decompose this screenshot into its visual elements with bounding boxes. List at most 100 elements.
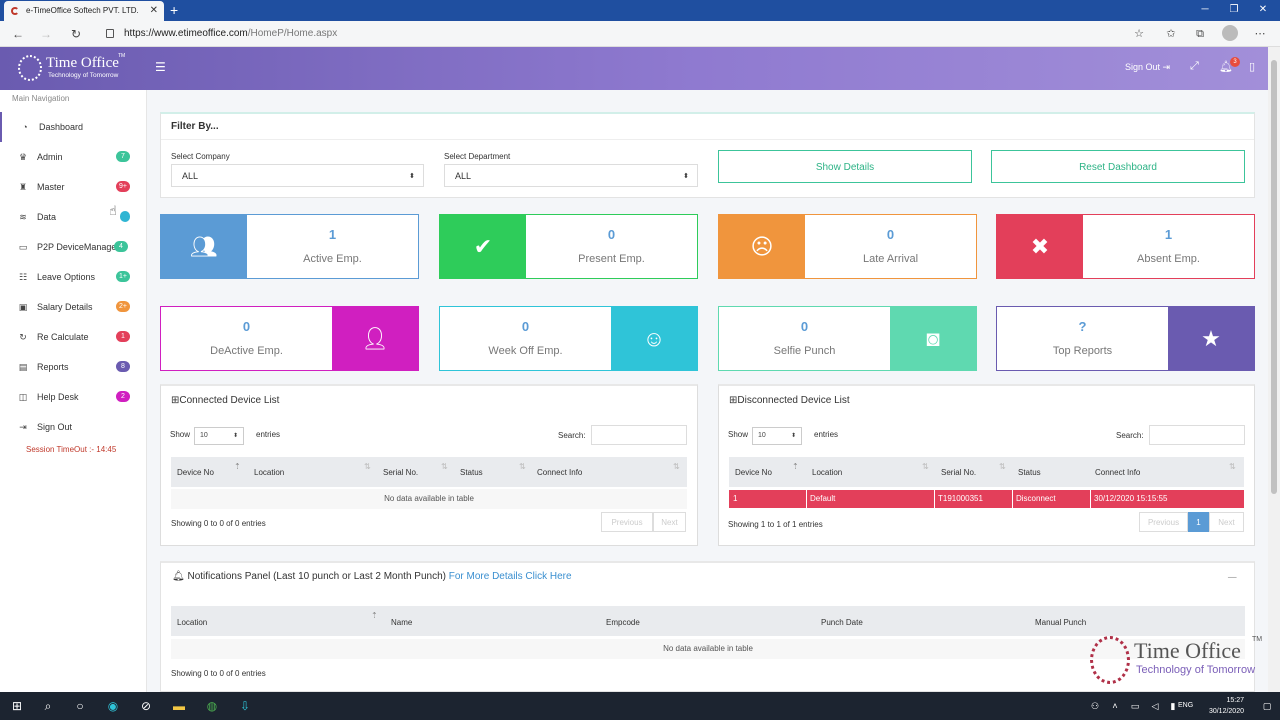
url-field[interactable]: https://www.etimeoffice.com/HomeP/Home.a… — [96, 24, 1156, 44]
watermark-title: Time Office — [1134, 638, 1241, 663]
sidebar-item-reports[interactable]: ▤ Reports 8 — [0, 352, 146, 382]
header-signout-button[interactable]: Sign Out ⇥ — [1125, 62, 1170, 73]
tab-close-icon[interactable]: ✕ — [150, 1, 158, 21]
logo-mark-icon — [1090, 636, 1130, 684]
sidebar-item-leave-options[interactable]: ☷ Leave Options 1+ — [0, 262, 146, 292]
back-icon[interactable]: ← — [8, 21, 28, 47]
page-1-button[interactable]: 1 — [1188, 512, 1209, 532]
sidebar-item-dashboard[interactable]: ◔ Dashboard — [0, 112, 146, 142]
minimize-icon[interactable]: ─ — [1190, 0, 1220, 20]
column-header[interactable]: Connect Info — [1095, 468, 1140, 477]
more-icon[interactable]: ⋯ — [1251, 25, 1269, 43]
top-reports-card[interactable]: ? Top Reports ★ — [996, 306, 1255, 371]
browser-tab[interactable]: e-TimeOffice Softech PVT. LTD. ✕ — [4, 1, 164, 21]
sidebar-item-label: Sign Out — [37, 422, 73, 432]
column-header[interactable]: Status — [1018, 468, 1041, 477]
menu-toggle-icon[interactable]: ☰ — [155, 60, 166, 74]
present-emp-card[interactable]: ✔ 0 Present Emp. — [439, 214, 698, 279]
favorites-icon[interactable]: ✩ — [1162, 25, 1180, 43]
money-icon: ▣ — [18, 302, 28, 312]
cell-status: Disconnect — [1016, 494, 1056, 503]
search-icon[interactable]: ⌕ — [33, 692, 63, 720]
sidebar-item-help-desk[interactable]: ◫ Help Desk 2 — [0, 382, 146, 412]
empty-row: No data available in table — [171, 489, 687, 509]
collections-icon[interactable]: ⧉ — [1191, 25, 1209, 43]
sidebar-item-admin[interactable]: ♛ Admin 7 — [0, 142, 146, 172]
sidebar-item-p2p-device-manage[interactable]: ▭ P2P DeviceManage 4 — [0, 232, 146, 262]
show-label: Show — [170, 430, 191, 439]
selfie-punch-card[interactable]: 0 Selfie Punch ◙ — [718, 306, 977, 371]
next-button[interactable]: Next — [653, 512, 686, 532]
fullscreen-icon[interactable]: ⤢ — [1190, 60, 1199, 73]
chrome-icon[interactable]: ◍ — [197, 692, 227, 720]
next-button[interactable]: Next — [1209, 512, 1244, 532]
notification-center-icon[interactable]: ▢ — [1252, 692, 1280, 720]
department-select[interactable]: ALL ⬍ — [444, 164, 698, 187]
column-header[interactable]: Name — [391, 618, 412, 627]
task-view-icon[interactable]: ○ — [65, 692, 95, 720]
column-header[interactable]: Connect Info — [537, 468, 582, 477]
mouse-cursor-icon: ☝ — [109, 203, 117, 218]
app-icon[interactable]: ⊘ — [131, 692, 161, 720]
logo[interactable]: Time Office Technology of Tomorrow TM — [18, 53, 128, 85]
column-header[interactable]: Serial No. — [383, 468, 418, 477]
sidebar-item-sign-out[interactable]: ⇥ Sign Out — [0, 412, 146, 442]
column-header[interactable]: Status — [460, 468, 483, 477]
language-indicator[interactable]: ENG — [1178, 702, 1193, 709]
sidebar-item-re-calculate[interactable]: ↻ Re Calculate 1 — [0, 322, 146, 352]
card-value: 0 — [242, 319, 251, 334]
column-header[interactable]: Serial No. — [941, 468, 976, 477]
column-header[interactable]: Punch Date — [821, 618, 863, 627]
reports-icon: ▤ — [18, 362, 28, 372]
new-tab-icon[interactable]: + — [170, 0, 178, 20]
deactive-emp-card[interactable]: 0 DeActive Emp. 👤︎ — [160, 306, 419, 371]
sidebar-item-data[interactable]: ≋ Data — [0, 202, 146, 232]
more-details-link[interactable]: For More Details Click Here — [449, 571, 572, 582]
column-header[interactable]: Manual Punch — [1035, 618, 1086, 627]
company-select[interactable]: ALL ⬍ — [171, 164, 424, 187]
scrollbar-thumb[interactable] — [1271, 60, 1277, 494]
column-header[interactable]: Device No — [177, 468, 214, 477]
late-arrival-card[interactable]: ☹ 0 Late Arrival — [718, 214, 977, 279]
select-caret-icon: ⬍ — [683, 173, 689, 180]
cell-divider — [1012, 490, 1013, 508]
favorite-star-icon[interactable]: ☆ — [1130, 25, 1148, 43]
taskbar-clock[interactable]: 15:27 30/12/2020 — [1200, 695, 1244, 717]
week-off-emp-card[interactable]: 0 Week Off Emp. ☺ — [439, 306, 698, 371]
profile-avatar[interactable] — [1222, 25, 1238, 41]
forward-icon[interactable]: → — [36, 21, 56, 47]
edge-browser-icon[interactable]: ◉ — [98, 692, 128, 720]
reset-dashboard-button[interactable]: Reset Dashboard — [991, 150, 1245, 183]
entries-select[interactable]: 10 ⬍ — [752, 427, 802, 445]
sidebar-item-salary-details[interactable]: ▣ Salary Details 2+ — [0, 292, 146, 322]
search-input[interactable] — [1149, 425, 1245, 445]
active-emp-card[interactable]: 👥︎ 1 Active Emp. — [160, 214, 419, 279]
download-app-icon[interactable]: ⇩ — [230, 692, 260, 720]
sort-icon: ⇅ — [441, 462, 448, 471]
department-label: Select Department — [444, 152, 511, 161]
column-header[interactable]: Device No — [735, 468, 772, 477]
entries-select[interactable]: 10 ⬍ — [194, 427, 244, 445]
logo-title: Time Office — [46, 55, 119, 71]
panel-toggle-icon[interactable]: ▯ — [1249, 60, 1255, 73]
collapse-icon[interactable]: ─ — [1228, 570, 1237, 584]
column-header[interactable]: Location — [254, 468, 284, 477]
windows-start-icon[interactable]: ⊞ — [2, 692, 32, 720]
clock-time: 15:27 — [1226, 697, 1244, 704]
window-close-icon[interactable]: ✕ — [1248, 0, 1278, 20]
column-header[interactable]: Location — [812, 468, 842, 477]
file-explorer-icon[interactable]: ▬ — [164, 692, 194, 720]
table-row[interactable]: 1 Default T191000351 Disconnect 30/12/20… — [729, 490, 1244, 508]
search-input[interactable] — [591, 425, 687, 445]
reload-icon[interactable]: ↻ — [66, 21, 86, 47]
sidebar-heading: Main Navigation — [12, 94, 70, 103]
previous-button[interactable]: Previous — [601, 512, 653, 532]
show-details-button[interactable]: Show Details — [718, 150, 972, 183]
filter-title: Filter By... — [171, 121, 219, 132]
previous-button[interactable]: Previous — [1139, 512, 1188, 532]
maximize-icon[interactable]: ❐ — [1219, 0, 1249, 20]
sidebar-item-master[interactable]: ♜ Master 9+ — [0, 172, 146, 202]
column-header[interactable]: Empcode — [606, 618, 640, 627]
absent-emp-card[interactable]: ✖ 1 Absent Emp. — [996, 214, 1255, 279]
column-header[interactable]: Location — [177, 618, 207, 627]
